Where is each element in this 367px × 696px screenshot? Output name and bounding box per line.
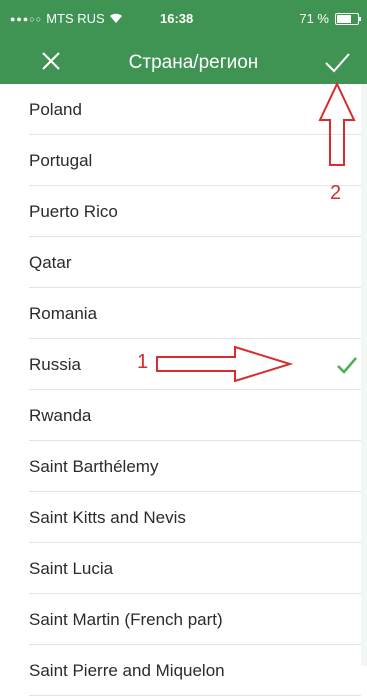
annotation-number-2: 2 [330,182,342,204]
status-right: 71 % [299,11,361,26]
country-label: Portugal [29,151,93,170]
country-row[interactable]: Russia [0,339,367,390]
country-label: Qatar [29,253,72,272]
country-label: Poland [29,100,82,119]
country-row[interactable]: Rwanda [0,390,367,441]
status-bar: ●●●○○ MTS RUS 16:38 71 % [0,0,367,40]
country-row[interactable]: Portugal [0,135,367,186]
carrier-name: MTS RUS [46,11,105,26]
country-row[interactable]: Saint Kitts and Nevis [0,492,367,543]
country-label: Russia [29,355,81,374]
country-label: Saint Martin (French part) [29,610,223,629]
wifi-icon [109,13,122,23]
done-check-icon[interactable] [322,46,352,76]
status-time: 16:38 [160,11,194,26]
country-row[interactable]: Qatar [0,237,367,288]
country-row[interactable]: Saint Barthélemy [0,441,367,492]
signal-strength-icon: ●●●○○ [10,13,43,24]
country-row[interactable]: Poland [0,84,367,135]
country-row[interactable]: Saint Martin (French part) [0,594,367,645]
country-row[interactable]: Romania [0,288,367,339]
country-row[interactable]: Saint Pierre and Miquelon [0,645,367,696]
selected-check-icon [337,357,357,374]
country-label: Romania [29,304,98,323]
nav-bar: Страна/регион [0,40,367,84]
country-row[interactable]: Saint Lucia [0,543,367,594]
annotation-number-1: 1 [137,351,149,373]
country-label: Saint Barthélemy [29,457,159,476]
status-left: ●●●○○ MTS RUS [10,11,123,26]
country-label: Rwanda [29,406,92,425]
battery-percent: 71 % [299,11,329,26]
page-title: Страна/регион [128,52,259,73]
country-row[interactable]: Puerto Rico [0,186,367,237]
battery-icon [335,12,361,25]
country-label: Saint Kitts and Nevis [29,508,186,527]
battery-level [337,14,352,23]
country-label: Saint Lucia [29,559,114,578]
country-label: Saint Pierre and Miquelon [29,661,225,680]
country-label: Puerto Rico [29,202,118,221]
top-bar: ●●●○○ MTS RUS 16:38 71 % Страна/регион [0,0,367,84]
country-list: Poland Portugal Puerto Rico Qatar Romania Rus… [0,84,367,696]
